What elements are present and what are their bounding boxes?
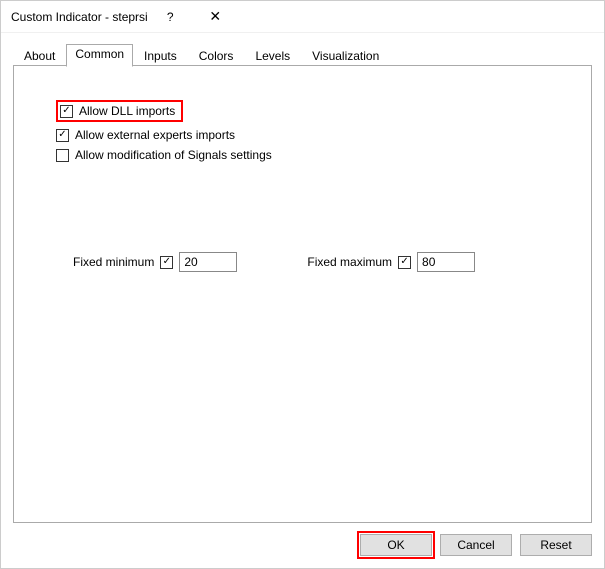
- dialog-window: Custom Indicator - steprsi ? ✕ About Com…: [0, 0, 605, 569]
- fixed-min-label: Fixed minimum: [73, 255, 154, 269]
- tab-common[interactable]: Common: [66, 44, 133, 67]
- button-label: Reset: [540, 538, 571, 552]
- fixed-range-row: Fixed minimum Fixed maximum: [73, 252, 567, 272]
- tab-label: Common: [75, 47, 124, 61]
- tab-about[interactable]: About: [13, 44, 66, 67]
- fixed-min-input[interactable]: [179, 252, 237, 272]
- option-allow-signals-modify: Allow modification of Signals settings: [56, 148, 567, 162]
- tab-levels[interactable]: Levels: [244, 44, 301, 67]
- close-button[interactable]: ✕: [193, 1, 238, 33]
- checkbox-label: Allow external experts imports: [75, 128, 235, 142]
- checkbox-allow-dll[interactable]: [60, 105, 73, 118]
- fixed-max-input[interactable]: [417, 252, 475, 272]
- checkbox-fixed-max[interactable]: [398, 256, 411, 269]
- tab-colors[interactable]: Colors: [188, 44, 245, 67]
- button-bar: OK Cancel Reset: [1, 524, 604, 568]
- button-label: OK: [387, 538, 404, 552]
- tab-label: Levels: [255, 49, 290, 63]
- tab-panel-common: Allow DLL imports Allow external experts…: [13, 65, 592, 523]
- option-allow-external-experts: Allow external experts imports: [56, 128, 567, 142]
- checkbox-fixed-min[interactable]: [160, 256, 173, 269]
- option-allow-dll: Allow DLL imports: [56, 100, 567, 122]
- tab-label: About: [24, 49, 55, 63]
- checkbox-label: Allow modification of Signals settings: [75, 148, 272, 162]
- tab-visualization[interactable]: Visualization: [301, 44, 390, 67]
- fixed-maximum-group: Fixed maximum: [307, 252, 475, 272]
- help-icon: ?: [167, 10, 174, 24]
- tab-inputs[interactable]: Inputs: [133, 44, 188, 67]
- checkbox-allow-signals-modify[interactable]: [56, 149, 69, 162]
- titlebar: Custom Indicator - steprsi ? ✕: [1, 1, 604, 33]
- close-icon: ✕: [209, 8, 221, 25]
- tab-bar: About Common Inputs Colors Levels Visual…: [1, 33, 604, 66]
- window-title: Custom Indicator - steprsi: [11, 10, 148, 24]
- button-label: Cancel: [457, 538, 494, 552]
- checkbox-allow-external-experts[interactable]: [56, 129, 69, 142]
- fixed-minimum-group: Fixed minimum: [73, 252, 237, 272]
- fixed-max-label: Fixed maximum: [307, 255, 392, 269]
- checkbox-label: Allow DLL imports: [79, 104, 175, 118]
- tab-label: Colors: [199, 49, 234, 63]
- tab-label: Visualization: [312, 49, 379, 63]
- tab-label: Inputs: [144, 49, 177, 63]
- reset-button[interactable]: Reset: [520, 534, 592, 556]
- help-button[interactable]: ?: [148, 1, 193, 33]
- ok-button[interactable]: OK: [360, 534, 432, 556]
- cancel-button[interactable]: Cancel: [440, 534, 512, 556]
